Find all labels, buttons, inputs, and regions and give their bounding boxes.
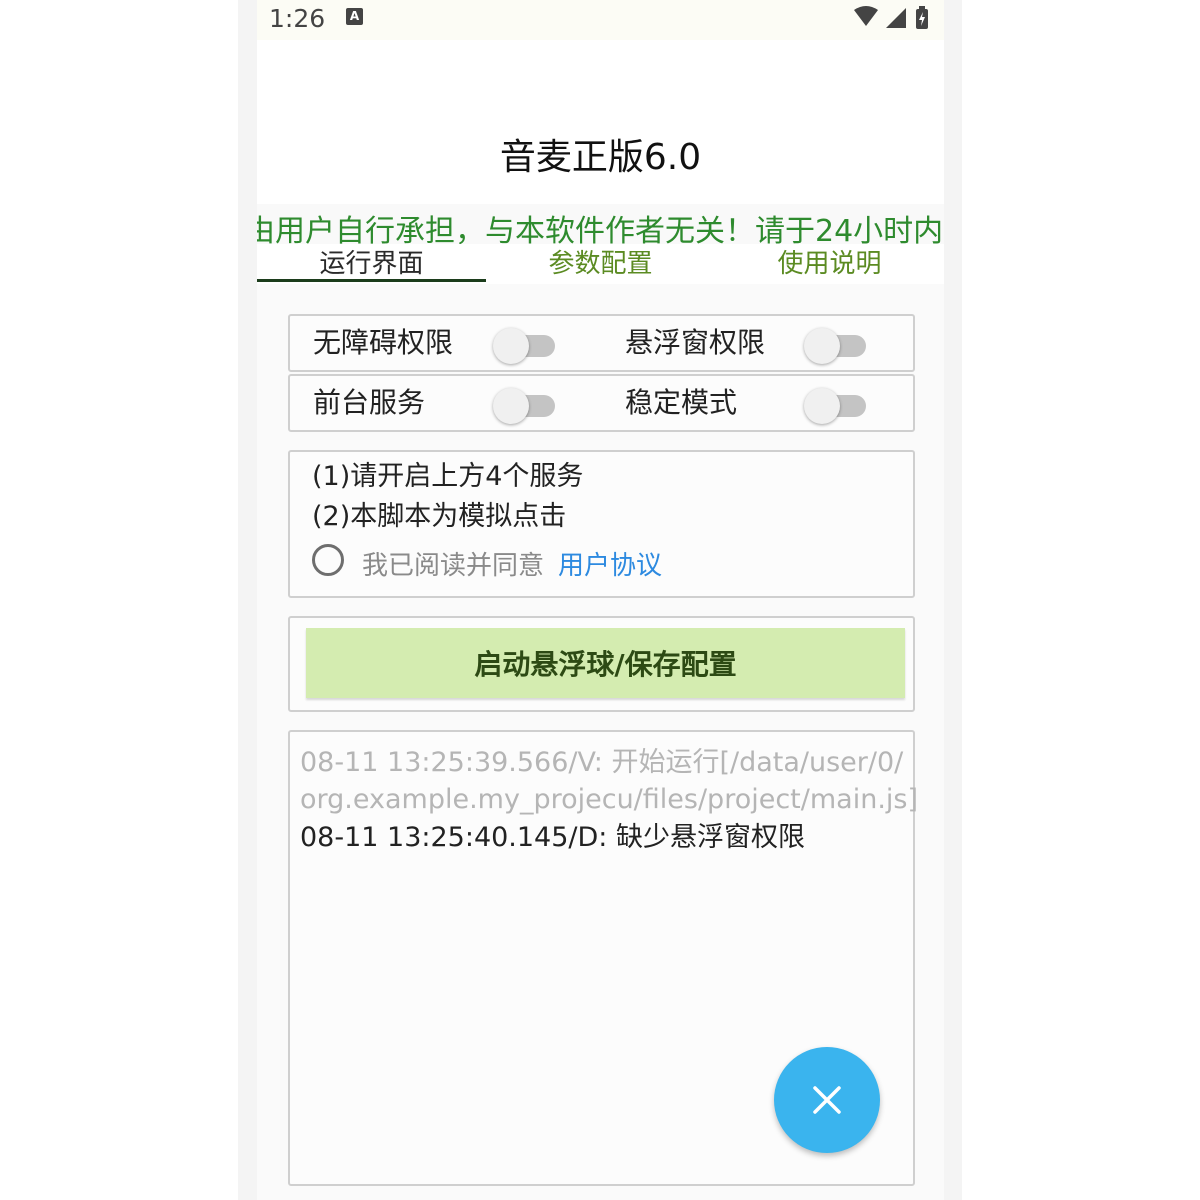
overlay-switch[interactable] <box>804 323 868 364</box>
battery-icon <box>916 6 928 29</box>
permission-row-2: 前台服务 稳定模式 <box>288 374 915 432</box>
app-header: 音麦正版6.0 <box>257 40 944 204</box>
start-button-box: 启动悬浮球/保存配置 <box>288 616 915 712</box>
signal-icon <box>886 8 906 28</box>
tab-help-label: 使用说明 <box>777 249 882 279</box>
background-left <box>238 0 258 1200</box>
permission-row-1: 无障碍权限 悬浮窗权限 <box>288 314 915 372</box>
tab-run-label: 运行界面 <box>319 249 424 279</box>
tab-config-label: 参数配置 <box>548 249 653 279</box>
accessibility-label: 无障碍权限 <box>313 326 454 359</box>
stable-mode-label: 稳定模式 <box>625 386 738 419</box>
notice-marquee: 由用户自行承担，与本软件作者无关！请于24小时内删 <box>257 204 944 244</box>
wifi-icon <box>854 6 878 26</box>
notes-box: (1)请开启上方4个服务 (2)本脚本为模拟点击 我已阅读并同意 用户协议 <box>288 450 915 598</box>
overlay-label: 悬浮窗权限 <box>625 326 766 359</box>
agree-text: 我已阅读并同意 <box>362 551 545 581</box>
tab-config[interactable]: 参数配置 <box>486 244 715 284</box>
status-bar: 1:26 A <box>257 0 944 40</box>
accessibility-switch[interactable] <box>493 323 557 364</box>
notification-a-icon: A <box>346 8 363 25</box>
marquee-text: 由用户自行承担，与本软件作者无关！请于24小时内删 <box>257 214 944 244</box>
log-line: org.example.my_projecu/files/project/mai… <box>300 784 919 815</box>
status-time: 1:26 <box>269 4 326 33</box>
start-float-save-button[interactable]: 启动悬浮球/保存配置 <box>306 628 905 698</box>
note-line-1: (1)请开启上方4个服务 <box>312 461 584 492</box>
agree-radio[interactable] <box>312 544 344 576</box>
phone-screen: 1:26 A 音麦正版6.0 由用户自行承担，与本软件作者无关！请于24小时内删 <box>257 0 944 1200</box>
status-icons <box>852 6 932 30</box>
close-fab-button[interactable] <box>774 1047 880 1153</box>
app-title: 音麦正版6.0 <box>499 137 702 178</box>
stable-mode-switch[interactable] <box>804 383 868 424</box>
log-line: 08-11 13:25:39.566/V: 开始运行[/data/user/0/ <box>300 747 904 778</box>
close-icon <box>813 1086 841 1114</box>
tab-run[interactable]: 运行界面 <box>257 244 486 284</box>
user-agreement-link[interactable]: 用户协议 <box>558 545 662 582</box>
note-line-2: (2)本脚本为模拟点击 <box>312 501 567 532</box>
foreground-service-switch[interactable] <box>493 383 557 424</box>
background-right <box>944 0 962 1200</box>
tab-indicator <box>257 279 486 282</box>
log-line: 08-11 13:25:40.145/D: 缺少悬浮窗权限 <box>300 822 805 853</box>
foreground-service-label: 前台服务 <box>313 386 426 419</box>
tab-bar: 运行界面 参数配置 使用说明 <box>257 244 944 284</box>
tab-help[interactable]: 使用说明 <box>715 244 944 284</box>
